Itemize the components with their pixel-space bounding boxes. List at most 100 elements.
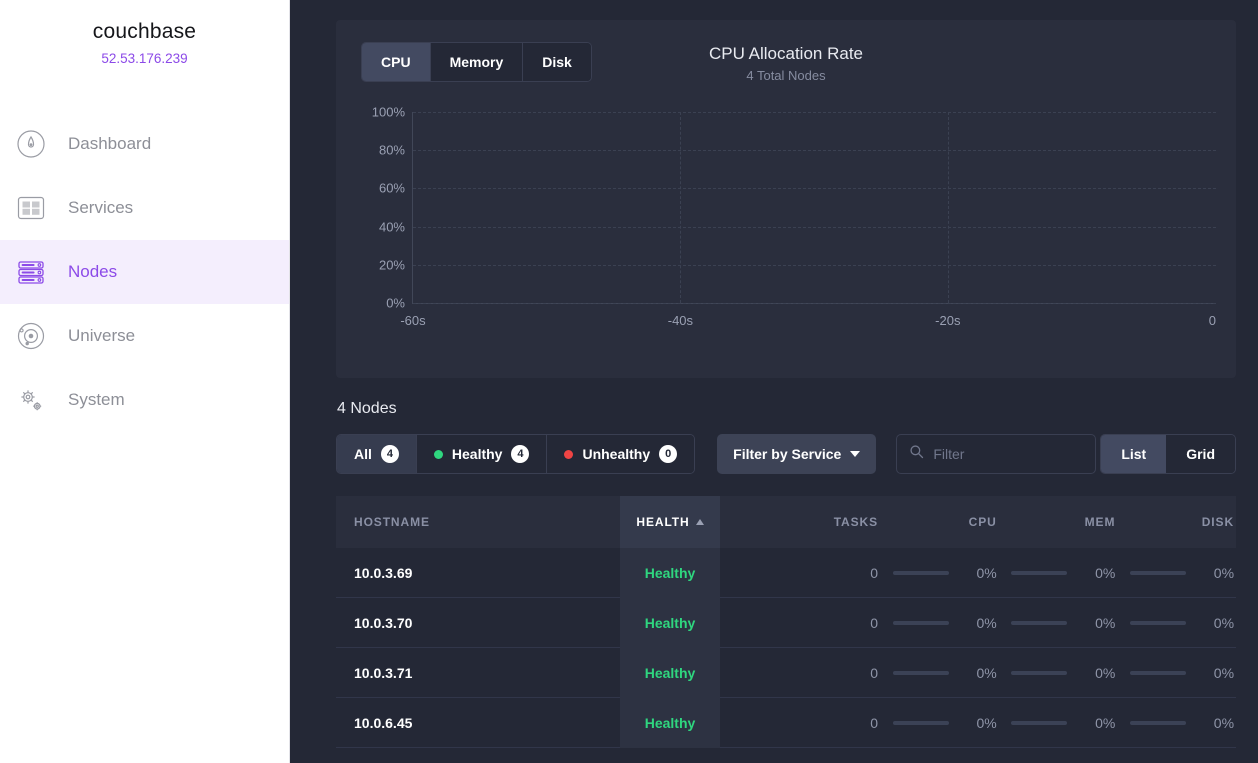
cell-cpu: 0% [880,665,999,681]
mem-usage-bar [1011,571,1067,575]
chart-gridline-horizontal [413,227,1216,228]
tab-memory[interactable]: Memory [431,43,524,81]
filter-chip-unhealthy[interactable]: Unhealthy 0 [547,435,694,473]
chart-gridline-vertical [948,112,949,303]
chart-gridline-horizontal [413,303,1216,304]
cell-tasks: 0 [720,665,880,681]
chart-card: CPU Memory Disk CPU Allocation Rate 4 To… [336,20,1236,378]
mem-usage-value: 0% [1081,615,1115,631]
mem-usage-bar [1011,621,1067,625]
column-header-tasks[interactable]: TASKS [720,496,880,548]
table-header-row: HOSTNAME HEALTH TASKS CPU MEM DISK [336,496,1236,548]
cell-mem: 0% [999,615,1118,631]
chart-y-tick-label: 0% [386,296,405,311]
cell-disk: 0% [1117,665,1236,681]
grid-icon [14,191,48,225]
sidebar-item-nodes[interactable]: Nodes [0,240,289,304]
cell-mem: 0% [999,715,1118,731]
chip-label: All [354,446,372,462]
view-mode-grid[interactable]: Grid [1166,435,1235,473]
sidebar-item-dashboard[interactable]: Dashboard [0,112,289,176]
metric-tab-group: CPU Memory Disk [361,42,592,82]
chip-label: Healthy [452,446,503,462]
cell-cpu: 0% [880,615,999,631]
sidebar-nav: Dashboard Services [0,112,289,432]
chart-header: CPU Memory Disk CPU Allocation Rate 4 To… [356,42,1216,96]
cluster-ip[interactable]: 52.53.176.239 [0,51,289,66]
unhealthy-status-dot [564,450,573,459]
cell-cpu: 0% [880,565,999,581]
chart-gridline-horizontal [413,150,1216,151]
sort-ascending-icon [696,519,704,525]
cpu-usage-bar [893,621,949,625]
cell-mem: 0% [999,565,1118,581]
cell-cpu: 0% [880,715,999,731]
cell-health: Healthy [620,548,720,598]
filter-by-service-dropdown[interactable]: Filter by Service [717,434,876,474]
sidebar: couchbase 52.53.176.239 Dashboard [0,0,290,763]
sidebar-item-universe[interactable]: Universe [0,304,289,368]
sidebar-item-label: System [68,390,125,410]
sidebar-item-label: Services [68,198,133,218]
column-header-hostname[interactable]: HOSTNAME [336,496,620,548]
chip-label: Unhealthy [582,446,650,462]
table-row[interactable]: 10.0.3.69Healthy00%0%0% [336,548,1236,598]
cell-hostname: 10.0.6.45 [336,715,620,731]
column-header-mem[interactable]: MEM [999,496,1118,548]
gauge-icon [14,127,48,161]
cpu-usage-value: 0% [963,565,997,581]
column-header-health[interactable]: HEALTH [620,496,720,548]
disk-usage-bar [1130,721,1186,725]
sidebar-item-label: Dashboard [68,134,151,154]
cell-disk: 0% [1117,565,1236,581]
cell-hostname: 10.0.3.69 [336,565,620,581]
cpu-usage-value: 0% [963,715,997,731]
sidebar-item-services[interactable]: Services [0,176,289,240]
search-icon [909,444,924,464]
cell-tasks: 0 [720,715,880,731]
chart-y-tick-label: 100% [372,105,405,120]
chart-x-tick-label: -20s [935,313,960,328]
mem-usage-value: 0% [1081,565,1115,581]
tab-cpu[interactable]: CPU [362,43,431,81]
health-filter-group: All 4 Healthy 4 Unhealthy 0 [336,434,695,474]
gears-icon [14,383,48,417]
chip-badge: 4 [381,445,399,463]
chart-plot-wrapper: 0%20%40%60%80%100%-60s-40s-20s0 [356,102,1216,352]
chart-x-tick-label: 0 [1209,313,1216,328]
brand-name: couchbase [0,20,289,44]
search-input[interactable]: Filter [896,434,1096,474]
cpu-usage-value: 0% [963,665,997,681]
filter-chip-healthy[interactable]: Healthy 4 [417,435,548,473]
chart-y-tick-label: 20% [379,257,405,272]
column-header-disk[interactable]: DISK [1117,496,1236,548]
disk-usage-bar [1130,671,1186,675]
chart-gridline-horizontal [413,265,1216,266]
disk-usage-bar [1130,621,1186,625]
mem-usage-value: 0% [1081,715,1115,731]
mem-usage-value: 0% [1081,665,1115,681]
chart-y-tick-label: 80% [379,143,405,158]
cell-health: Healthy [620,698,720,748]
table-row[interactable]: 10.0.3.71Healthy00%0%0% [336,648,1236,698]
nodes-count-label: 4 Nodes [337,400,1236,418]
cell-health: Healthy [620,598,720,648]
cpu-usage-bar [893,571,949,575]
tab-disk[interactable]: Disk [523,43,591,81]
filter-by-service-label: Filter by Service [733,446,841,462]
column-header-cpu[interactable]: CPU [880,496,999,548]
chevron-down-icon [850,451,860,457]
main-content: CPU Memory Disk CPU Allocation Rate 4 To… [290,0,1258,763]
sidebar-item-system[interactable]: System [0,368,289,432]
table-row[interactable]: 10.0.6.45Healthy0 0% 0% 0% [336,698,1236,748]
orbit-icon [14,319,48,353]
view-mode-list[interactable]: List [1101,435,1166,473]
brand-header: couchbase 52.53.176.239 [0,0,289,66]
chart-y-tick-label: 60% [379,181,405,196]
disk-usage-value: 0% [1200,715,1234,731]
table-row[interactable]: 10.0.3.70Healthy00%0%0% [336,598,1236,648]
filter-chip-all[interactable]: All 4 [337,435,417,473]
nodes-toolbar: All 4 Healthy 4 Unhealthy 0 Filter by Se… [336,434,1236,474]
chart-plot-area: 0%20%40%60%80%100%-60s-40s-20s0 [412,112,1216,304]
disk-usage-value: 0% [1200,565,1234,581]
